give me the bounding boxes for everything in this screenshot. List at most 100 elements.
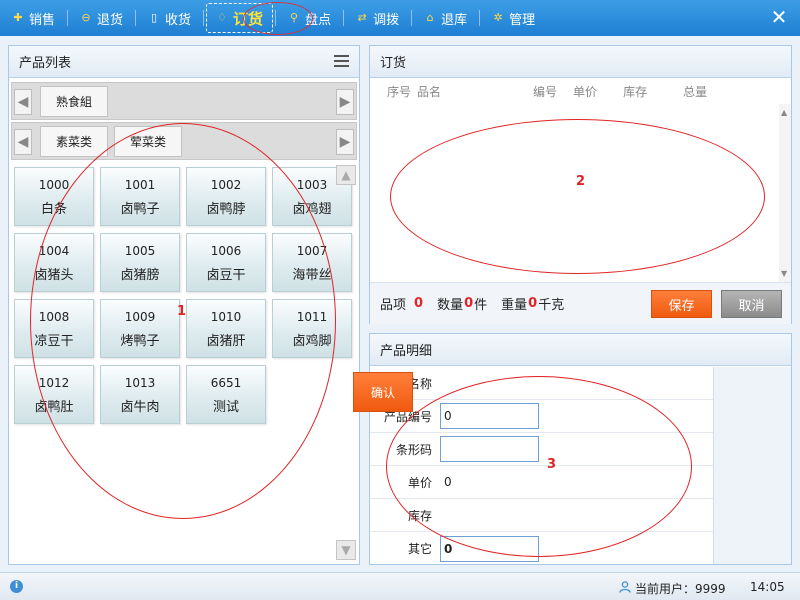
items-label: 品项 xyxy=(380,298,407,313)
weight-label: 重量 xyxy=(501,298,528,313)
product-tile[interactable]: 1011 卤鸡脚 xyxy=(272,299,352,358)
nav-receive[interactable]: ▯ 收货 xyxy=(136,0,203,36)
home-icon: ⌂ xyxy=(426,11,434,24)
subcategory-prev-arrow-icon[interactable]: ◀ xyxy=(14,129,32,155)
nav-inventory[interactable]: ⚲ 盘点 xyxy=(276,0,343,36)
product-name: 卤猪膀 xyxy=(120,268,160,283)
product-name: 卤鸭子 xyxy=(120,202,160,217)
product-name: 烤鸭子 xyxy=(120,334,160,349)
category-next-arrow-icon[interactable]: ▶ xyxy=(336,89,354,115)
close-icon[interactable]: ✕ xyxy=(768,6,790,28)
search-icon: ⚲ xyxy=(290,11,299,24)
product-tile[interactable]: 1002 卤鸭脖 xyxy=(186,167,266,226)
info-icon[interactable]: i xyxy=(10,580,23,593)
nav-return-stock[interactable]: ⌂ 退库 xyxy=(412,0,479,36)
order-title: 订货 xyxy=(380,56,407,71)
product-tile[interactable]: 1006 卤豆干 xyxy=(186,233,266,292)
nav-order-label: 订货 xyxy=(233,9,264,28)
document-icon: ▯ xyxy=(151,11,158,24)
col-code: 编号 xyxy=(533,84,558,99)
nav-receive-label: 收货 xyxy=(165,12,192,28)
cancel-button[interactable]: 取消 xyxy=(721,290,782,318)
annotation-number-2: 2 xyxy=(576,174,586,189)
confirm-button[interactable]: 确认 xyxy=(353,372,413,412)
annotation-number-3: 3 xyxy=(547,457,557,472)
barcode-label: 条形码 xyxy=(395,442,432,457)
product-name: 凉豆干 xyxy=(34,334,74,349)
nav-transfer-label: 调拨 xyxy=(373,12,400,28)
product-code: 1011 xyxy=(296,310,328,324)
scroll-up-icon[interactable]: ▲ xyxy=(781,108,787,117)
product-tile[interactable]: 1013 卤牛肉 xyxy=(100,365,180,424)
category-row-types: ◀ 素菜类 荤菜类 ▶ xyxy=(11,122,357,160)
category-button-meat[interactable]: 荤菜类 xyxy=(114,126,182,157)
nav-order[interactable]: ♢ 订货 xyxy=(204,0,275,36)
subcategory-next-arrow-icon[interactable]: ▶ xyxy=(336,129,354,155)
product-code: 1007 xyxy=(296,244,328,258)
category-button-deli[interactable]: 熟食組 xyxy=(40,86,108,117)
product-name: 卤鸡翅 xyxy=(292,202,332,217)
product-tile[interactable]: 1005 卤猪膀 xyxy=(100,233,180,292)
qty-unit: 件 xyxy=(474,298,488,313)
product-tile[interactable]: 1012 卤鸭肚 xyxy=(14,365,94,424)
scroll-down-icon[interactable]: ▼ xyxy=(781,269,787,278)
product-tile[interactable]: 1010 卤猪肝 xyxy=(186,299,266,358)
nav-manage-label: 管理 xyxy=(509,12,536,28)
detail-row-code: 产品编号 xyxy=(370,400,713,433)
product-list-header: 产品列表 xyxy=(9,46,359,78)
category-button-vegetable[interactable]: 素菜类 xyxy=(40,126,108,157)
product-code: 1004 xyxy=(38,244,70,258)
product-name: 卤鸭脖 xyxy=(206,202,246,217)
transfer-icon: ⇄ xyxy=(357,11,367,24)
product-tile[interactable]: 1000 白条 xyxy=(14,167,94,226)
product-name: 白条 xyxy=(40,202,67,217)
product-tile[interactable]: 1001 卤鸭子 xyxy=(100,167,180,226)
other-input[interactable] xyxy=(440,535,539,562)
product-code: 1008 xyxy=(38,310,70,324)
product-name: 海带丝 xyxy=(292,268,332,283)
nav-sales[interactable]: ✚ 销售 xyxy=(0,0,67,36)
detail-row-name: 产品名称 xyxy=(370,367,713,400)
product-code: 1000 xyxy=(38,178,70,192)
product-code: 1010 xyxy=(210,310,242,324)
gear-icon: ✲ xyxy=(493,11,503,24)
detail-row-other: 其它 xyxy=(370,532,713,565)
detail-title: 产品明细 xyxy=(380,344,433,359)
top-nav-bar: ✚ 销售 ⊖ 退货 ▯ 收货 ♢ 订货 ⚲ 盘点 ⇄ 调拨 ⌂ 退库 ✲ 管理 … xyxy=(0,0,800,36)
col-seq: 序号 xyxy=(387,84,412,99)
order-table-header: 序号 品名 编号 单价 库存 总量 xyxy=(370,79,791,103)
minus-circle-icon: ⊖ xyxy=(81,11,91,24)
stock-label: 库存 xyxy=(407,508,432,523)
grid-scroll-up-icon[interactable]: ▲ xyxy=(336,165,356,185)
grid-scroll-down-icon[interactable]: ▼ xyxy=(336,540,356,560)
barcode-input[interactable] xyxy=(440,436,539,462)
product-name: 测试 xyxy=(212,400,239,415)
product-code: 1012 xyxy=(38,376,70,390)
nav-manage[interactable]: ✲ 管理 xyxy=(480,0,547,36)
user-icon xyxy=(619,581,631,593)
nav-transfer[interactable]: ⇄ 调拨 xyxy=(344,0,411,36)
list-menu-icon[interactable] xyxy=(334,55,349,67)
category-prev-arrow-icon[interactable]: ◀ xyxy=(14,89,32,115)
product-tile[interactable]: 1004 卤猪头 xyxy=(14,233,94,292)
product-tile[interactable]: 1008 凉豆干 xyxy=(14,299,94,358)
product-tile[interactable]: 6651 测试 xyxy=(186,365,266,424)
product-tile[interactable]: 1007 海带丝 xyxy=(272,233,352,292)
nav-return[interactable]: ⊖ 退货 xyxy=(68,0,135,36)
product-code-input[interactable] xyxy=(440,403,539,429)
qty-value: 0 xyxy=(464,296,474,311)
product-code: 1005 xyxy=(124,244,156,258)
detail-header: 产品明细 xyxy=(370,334,791,366)
weight-unit: 千克 xyxy=(538,298,565,313)
save-button[interactable]: 保存 xyxy=(651,290,712,318)
product-code: 1006 xyxy=(210,244,242,258)
col-price: 单价 xyxy=(573,84,598,99)
product-code: 1009 xyxy=(124,310,156,324)
product-name: 卤鸡脚 xyxy=(292,334,332,349)
detail-row-price: 单价 0 xyxy=(370,466,713,499)
product-tile[interactable]: 1009 烤鸭子 xyxy=(100,299,180,358)
nav-return-label: 退货 xyxy=(97,12,124,28)
order-scrollbar[interactable]: ▲ ▼ xyxy=(779,104,791,282)
nav-sales-label: 销售 xyxy=(29,12,56,28)
product-name: 卤猪头 xyxy=(34,268,74,283)
